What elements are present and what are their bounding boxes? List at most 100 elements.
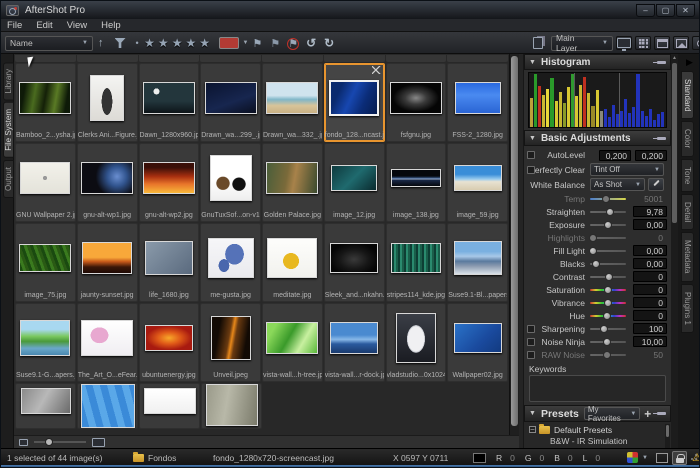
panel-tab-detail[interactable]: Detail — [681, 194, 694, 230]
rating-none-icon[interactable]: • — [136, 38, 139, 48]
color-label-swatch[interactable] — [219, 37, 239, 49]
thumbnail-cell[interactable]: ubuntuenergy.jpg — [139, 303, 200, 382]
slider-thumb[interactable] — [600, 325, 608, 333]
proof-grid-icon[interactable] — [656, 453, 668, 463]
thumbnail-cell[interactable]: Suse9.1-Bl...papers.jpg — [447, 223, 508, 302]
slider-thumb[interactable] — [592, 260, 600, 268]
star-icon[interactable]: ★ — [144, 36, 155, 50]
thumbnail-cell[interactable] — [77, 383, 138, 429]
add-preset-button[interactable]: + — [644, 407, 651, 421]
fill-light-slider[interactable] — [590, 250, 626, 252]
thumbnail-cell[interactable] — [139, 383, 200, 429]
pin-icon[interactable] — [657, 137, 666, 140]
thumbnail-cell[interactable]: Drawn_wa...299_.jpg — [200, 63, 261, 142]
thumbnail-cell[interactable]: vista-wall...h-tree.jpg — [262, 303, 323, 382]
sidebar-tab-output[interactable]: Output — [3, 160, 14, 198]
thumbnail-cell[interactable]: jaunty-sunset.jpg — [77, 223, 138, 302]
preset-item[interactable]: B&W - IR Simulation — [524, 435, 671, 446]
thumbnail-cell[interactable]: image_138.jpg — [386, 143, 447, 222]
magnifier-button[interactable] — [692, 36, 700, 50]
slider-thumb[interactable] — [603, 312, 611, 320]
filter-icon[interactable] — [115, 38, 126, 48]
thumbnail-cell[interactable]: life_1680.jpg — [139, 223, 200, 302]
thumbnail-cell[interactable]: vista-wall...r-dock.jpg — [324, 303, 385, 382]
thumbnail-cell[interactable]: GNU Wallpaper 2.jpg — [15, 143, 76, 222]
thumbnail-cell[interactable]: FSS-2_1280.jpg — [447, 63, 508, 142]
menu-help[interactable]: Help — [101, 20, 121, 31]
menu-view[interactable]: View — [67, 20, 87, 31]
thumbnail-cell[interactable]: fondo_128...ncast.jpg — [324, 63, 385, 142]
sidebar-tab-library[interactable]: Library — [3, 62, 14, 100]
thumbnail-cell[interactable]: The_Art_O...eFear.jpg — [77, 303, 138, 382]
thumbnail-cell[interactable]: Suse9.1-G...apers.jpg — [15, 303, 76, 382]
image-view-button[interactable] — [673, 36, 689, 50]
presets-header[interactable]: ▼ Presets My Favorites▼ + — [524, 405, 671, 422]
resize-grip[interactable] — [689, 453, 698, 462]
thumbnail-zoom-slider[interactable] — [34, 441, 86, 443]
thumbnail-cell[interactable]: Clerks Ani...Figure.jpg — [77, 63, 138, 142]
lock-button[interactable] — [672, 451, 687, 465]
rotate-right-icon[interactable]: ↻ — [324, 36, 334, 50]
pin-icon[interactable] — [657, 412, 666, 415]
autolevel-high-value[interactable]: 0,200 — [635, 150, 667, 161]
value-box[interactable]: 0 — [633, 232, 667, 243]
temp-slider[interactable] — [590, 198, 626, 200]
saturation-slider[interactable] — [590, 289, 626, 291]
white-balance-eyedropper-button[interactable] — [648, 178, 664, 191]
slider-thumb[interactable] — [589, 247, 597, 255]
label-dropdown-icon[interactable]: ▼ — [242, 40, 248, 46]
hue-slider[interactable] — [590, 315, 626, 317]
thumbnail-cell[interactable]: Sleek_and...nkahn.jpg — [324, 223, 385, 302]
slider-thumb[interactable] — [603, 351, 611, 359]
star-icon[interactable]: ★ — [185, 36, 196, 50]
value-box[interactable]: 0,00 — [633, 219, 667, 230]
sharpening-checkbox[interactable] — [527, 325, 535, 333]
thumbnail-cell[interactable]: meditate.jpg — [262, 223, 323, 302]
value-box[interactable]: 0,00 — [633, 245, 667, 256]
star-icon[interactable]: ★ — [158, 36, 169, 50]
value-box[interactable]: 50 — [633, 349, 667, 360]
menu-edit[interactable]: Edit — [36, 20, 52, 31]
thumbnail-cell[interactable] — [201, 383, 262, 429]
thumbnail-cell[interactable]: vladstudio...0x1024.jpg — [386, 303, 447, 382]
rotate-left-icon[interactable]: ↺ — [306, 36, 316, 50]
close-button[interactable]: ✕ — [676, 4, 695, 17]
highlights-slider[interactable] — [590, 237, 626, 239]
thumbnail-cell[interactable]: image_75.jpg — [15, 223, 76, 302]
slider-thumb[interactable] — [605, 273, 613, 281]
vibrance-slider[interactable] — [590, 302, 626, 304]
autolevel-checkbox[interactable] — [527, 151, 535, 159]
panel-scrollbar-thumb[interactable] — [672, 63, 677, 223]
thumbnail-cell[interactable]: gnu-alt-wp1.jpg — [77, 143, 138, 222]
thumbnail-cell[interactable]: stripes114_kde.jpg — [386, 223, 447, 302]
slider-thumb[interactable] — [606, 208, 614, 216]
pin-icon[interactable] — [657, 61, 666, 64]
collapse-icon[interactable]: ▼ — [529, 59, 536, 66]
thumbnail-cell[interactable]: Wallpaper02.jpg — [447, 303, 508, 382]
layers-icon[interactable] — [533, 37, 543, 49]
flag-reject-icon[interactable]: ⚑ — [288, 37, 298, 50]
slider-thumb[interactable] — [589, 234, 597, 242]
star-icon[interactable]: ★ — [199, 36, 210, 50]
exposure-slider[interactable] — [590, 224, 626, 226]
blacks-slider[interactable] — [590, 263, 626, 265]
contrast-slider[interactable] — [590, 276, 626, 278]
slider-thumb[interactable] — [603, 338, 611, 346]
value-box[interactable]: 0 — [633, 284, 667, 295]
chevron-down-icon[interactable]: ▼ — [642, 455, 648, 461]
raw-noise-checkbox[interactable] — [527, 351, 535, 359]
panel-scrollbar[interactable]: ▲ — [671, 54, 678, 448]
value-box[interactable]: 0,00 — [633, 258, 667, 269]
zoom-slider-thumb[interactable] — [45, 438, 53, 446]
panel-tab-metadata[interactable]: Metadata — [681, 232, 694, 281]
current-folder[interactable]: Fondos — [148, 453, 176, 463]
thumbnail-cell[interactable]: me-gusta.jpg — [200, 223, 261, 302]
thumbnail-cell[interactable]: Bamboo_2...ysha.jpg — [15, 63, 76, 142]
grid-scrollbar-thumb[interactable] — [511, 56, 518, 426]
collapse-icon[interactable]: ▼ — [529, 135, 536, 142]
basic-adjustments-header[interactable]: ▼ Basic Adjustments — [524, 130, 671, 146]
grid-scrollbar[interactable] — [509, 54, 519, 435]
thumbnail-cell[interactable] — [15, 383, 76, 429]
histogram-header[interactable]: ▼ Histogram — [524, 54, 671, 70]
panel-tab-color[interactable]: Color — [681, 121, 694, 156]
